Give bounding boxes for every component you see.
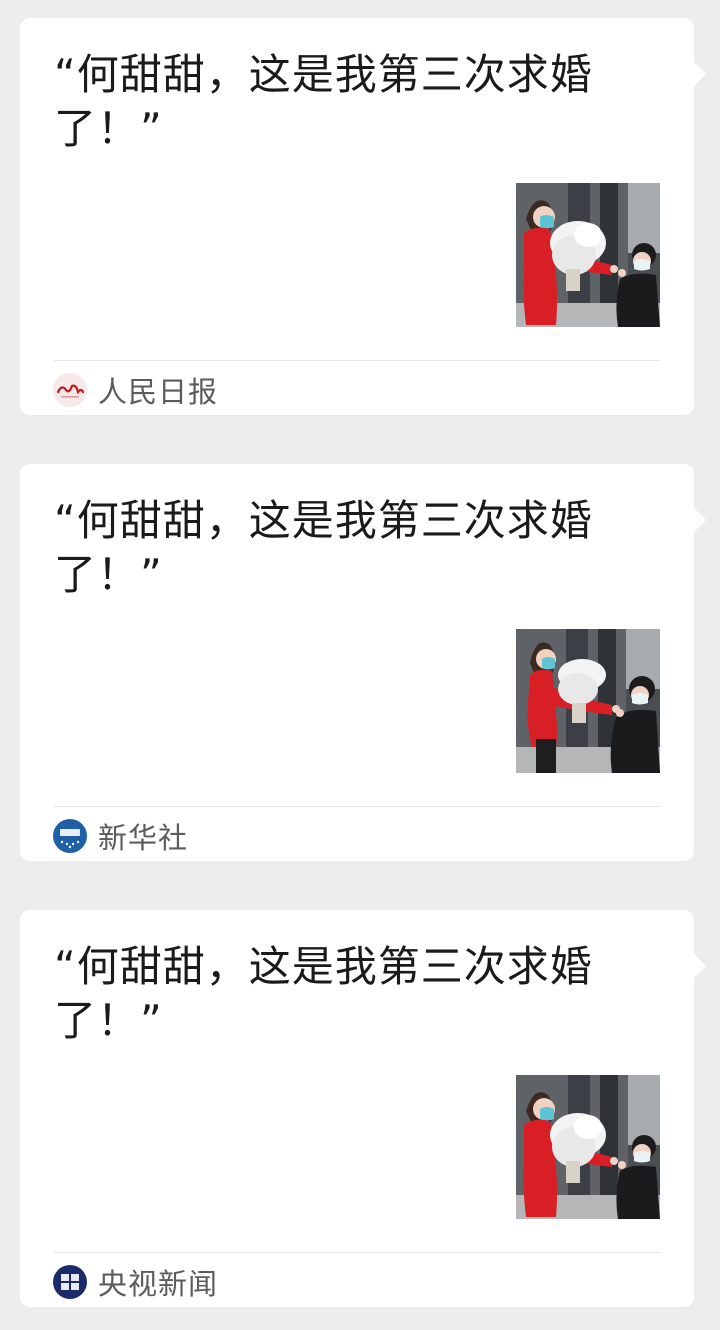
source-name: 新华社 bbox=[98, 821, 189, 855]
card-divider bbox=[54, 806, 660, 807]
card-divider bbox=[54, 360, 660, 361]
cctv-news-logo-icon bbox=[53, 1265, 87, 1299]
article-thumbnail[interactable] bbox=[516, 183, 660, 327]
article-headline[interactable]: “何甜甜，这是我第三次求婚了！” bbox=[54, 48, 634, 156]
source-name: 央视新闻 bbox=[98, 1267, 219, 1301]
article-headline[interactable]: “何甜甜，这是我第三次求婚了！” bbox=[54, 940, 634, 1048]
card-divider bbox=[54, 1252, 660, 1253]
article-thumbnail[interactable] bbox=[516, 1075, 660, 1219]
bubble-tail bbox=[694, 508, 706, 532]
xinhua-logo-icon bbox=[53, 819, 87, 853]
article-source[interactable]: 人民日报 bbox=[52, 370, 218, 410]
article-source[interactable]: 央视新闻 bbox=[52, 1262, 218, 1302]
article-card-cctv-news[interactable]: “何甜甜，这是我第三次求婚了！” 央视新闻 bbox=[20, 910, 706, 1307]
article-source[interactable]: 新华社 bbox=[52, 816, 188, 856]
news-feed: “何甜甜，这是我第三次求婚了！” 人民日报 “何甜甜，这是我第三次求婚了！” 新… bbox=[0, 0, 720, 1330]
article-card-people-daily[interactable]: “何甜甜，这是我第三次求婚了！” 人民日报 bbox=[20, 18, 706, 415]
people-daily-logo-icon bbox=[53, 373, 87, 407]
source-name: 人民日报 bbox=[98, 375, 219, 409]
article-thumbnail[interactable] bbox=[516, 629, 660, 773]
article-headline[interactable]: “何甜甜，这是我第三次求婚了！” bbox=[54, 494, 634, 602]
bubble-tail bbox=[694, 62, 706, 86]
bubble-tail bbox=[694, 954, 706, 978]
article-card-xinhua[interactable]: “何甜甜，这是我第三次求婚了！” 新华社 bbox=[20, 464, 706, 861]
